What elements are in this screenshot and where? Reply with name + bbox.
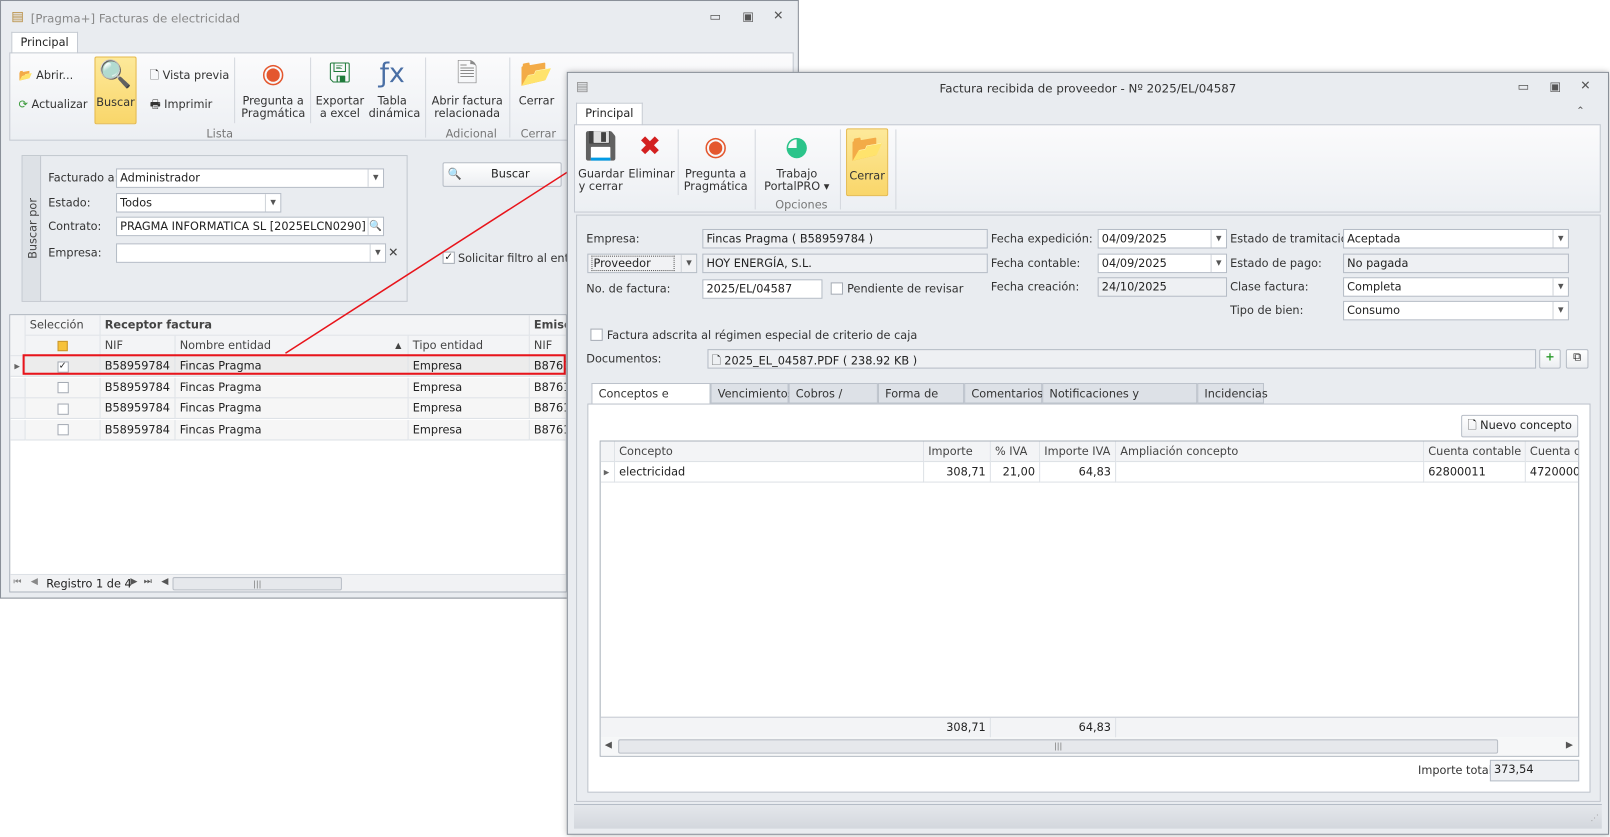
divider: [677, 129, 679, 196]
pendiente-label: Pendiente de revisar: [847, 282, 964, 296]
fcont-field[interactable]: 04/09/2025 ▼: [1097, 253, 1228, 274]
horizontal-scrollbar[interactable]: ◀ ||| ▶: [600, 737, 1579, 756]
tab-principal[interactable]: Principal: [576, 102, 643, 126]
window-title: Factura recibida de proveedor - Nº 2025/…: [939, 81, 1237, 96]
total-importe-iva: 64,83: [1040, 717, 1117, 739]
documentos-label: Documentos:: [586, 352, 662, 366]
invoice-window: ▤ Factura recibida de proveedor - Nº 202…: [566, 71, 1609, 835]
conceptos-grid: Concepto Importe% IVA Importe IVA Ampliació…: [599, 440, 1580, 757]
col-0[interactable]: Concepto: [615, 441, 925, 463]
close-button[interactable]: ✕: [1580, 78, 1590, 92]
copy-document-button[interactable]: ⧉: [1565, 349, 1589, 369]
chevron-down-icon[interactable]: ▼: [1552, 301, 1568, 320]
pendiente-checkbox[interactable]: [830, 282, 844, 295]
tab-1[interactable]: Vencimientos: [710, 382, 794, 404]
new-document-icon: 🗋: [1467, 418, 1477, 433]
fcont-label: Fecha contable:: [990, 256, 1081, 271]
pregunta-button[interactable]: ◉ Pregunta a Pragmática: [683, 131, 749, 193]
divider: [754, 129, 756, 210]
cell-ampliacion[interactable]: [1116, 462, 1425, 483]
maximize-button[interactable]: ▣: [1549, 79, 1561, 93]
row-indicator[interactable]: ▶: [600, 462, 616, 483]
bien-label: Tipo de bien:: [1230, 303, 1304, 318]
etram-label: Estado de tramitación:: [1230, 232, 1359, 246]
collapse-ribbon-icon[interactable]: ⌃: [1576, 106, 1585, 117]
chevron-down-icon[interactable]: ▼: [1210, 254, 1226, 273]
divider: [895, 129, 897, 210]
divider: [839, 129, 841, 210]
documentos-field[interactable]: 🗋 2025_EL_04587.PDF ( 238.92 KB ): [707, 349, 1537, 369]
scroll-right-icon[interactable]: ▶: [1566, 740, 1573, 750]
tab-3[interactable]: Forma de pago: [877, 382, 965, 420]
empresa-field: Fincas Pragma ( B58959784 ): [702, 228, 988, 249]
cerrar-button[interactable]: 📂 Cerrar: [846, 128, 889, 197]
bien-select[interactable]: Consumo ▼: [1343, 300, 1569, 321]
scroll-thumb[interactable]: |||: [618, 739, 1499, 754]
epago-label: Estado de pago:: [1230, 256, 1322, 271]
tab-2[interactable]: Cobros / Pagos: [788, 382, 878, 420]
portalpro-user-icon: ◕: [785, 131, 809, 163]
row-indicator-header: [600, 441, 616, 463]
col-6[interactable]: Cuenta co: [1525, 441, 1579, 463]
minimize-button[interactable]: ▭: [1518, 79, 1530, 93]
col-4[interactable]: Ampliación concepto: [1116, 441, 1425, 463]
epago-field: No pagada: [1343, 253, 1569, 274]
grid-footer: 308,71 64,83: [600, 716, 1579, 739]
delete-x-icon: ✖: [638, 131, 662, 163]
ribbon: 💾 Guardar y cerrar ✖ Eliminar ◉ Pregunta a Pr…: [573, 124, 1601, 213]
file-icon: 🗋: [711, 354, 721, 368]
chevron-down-icon[interactable]: ▼: [1552, 278, 1568, 296]
cell-cuenta[interactable]: 62800011: [1424, 462, 1526, 483]
eliminar-button[interactable]: ✖ Eliminar: [628, 131, 674, 180]
importe-total-label: Importe total:: [1418, 763, 1496, 778]
etram-select[interactable]: Aceptada ▼: [1343, 228, 1569, 249]
trabajo-portalpro-button[interactable]: ◕ Trabajo PortalPRO ▾: [760, 131, 834, 193]
fcre-field: 24/10/2025: [1097, 277, 1228, 297]
status-bar: ⋰: [573, 803, 1602, 829]
col-3[interactable]: Importe IVA: [1040, 441, 1117, 463]
criterio-caja-checkbox[interactable]: [590, 328, 603, 341]
fcre-label: Fecha creación:: [990, 280, 1080, 294]
tab-5[interactable]: Notificaciones y comunicados: [1042, 382, 1198, 420]
fexp-field[interactable]: 04/09/2025 ▼: [1097, 228, 1228, 249]
tab-6[interactable]: Incidencias: [1197, 382, 1268, 404]
scroll-left-icon[interactable]: ◀: [605, 740, 612, 750]
cell-concepto[interactable]: electricidad: [615, 462, 925, 483]
factura-field[interactable]: 2025/EL/04587: [702, 279, 823, 299]
proveedor-field: HOY ENERGÍA, S.L.: [702, 253, 988, 274]
importe-total-field: 373,54: [1489, 759, 1580, 782]
exit-folder-icon: 📂: [850, 133, 884, 165]
cell-importe_iva[interactable]: 64,83: [1040, 462, 1117, 483]
tab-content: 🗋 Nuevo concepto Concepto Importe% IVA Imp…: [587, 403, 1591, 793]
nuevo-concepto-button[interactable]: 🗋 Nuevo concepto: [1461, 414, 1579, 438]
criterio-caja-label: Factura adscrita al régimen especial de …: [606, 328, 918, 342]
chevron-down-icon[interactable]: ▼: [1210, 230, 1226, 248]
cell-cuenta2[interactable]: 47200001: [1525, 462, 1579, 483]
tab-0[interactable]: Conceptos e importes: [591, 382, 711, 420]
factura-label: No. de factura:: [586, 282, 671, 296]
resize-grip-icon[interactable]: ⋰: [1591, 813, 1599, 822]
group-label-opciones: Opciones: [775, 198, 828, 212]
add-document-button[interactable]: +: [1539, 349, 1561, 369]
form-panel: Empresa: Fincas Pragma ( B58959784 ) Pro…: [576, 214, 1601, 802]
clase-select[interactable]: Completa ▼: [1343, 277, 1569, 297]
save-icon: 💾: [584, 131, 618, 163]
empresa-label: Empresa:: [586, 232, 640, 246]
chevron-down-icon[interactable]: ▼: [1552, 230, 1568, 248]
total-importe: 308,71: [924, 717, 991, 739]
guardar-cerrar-button[interactable]: 💾 Guardar y cerrar: [578, 131, 624, 193]
col-2[interactable]: % IVA: [990, 441, 1041, 463]
tab-4[interactable]: Comentarios: [964, 382, 1043, 404]
pragmatica-robot-icon: ◉: [704, 131, 728, 163]
chevron-down-icon[interactable]: ▼: [680, 254, 696, 273]
clase-label: Clase factura:: [1230, 280, 1309, 294]
col-1[interactable]: Importe: [924, 441, 991, 463]
col-5[interactable]: Cuenta contable: [1424, 441, 1526, 463]
tercero-tipo-select[interactable]: Proveedor ▼: [587, 253, 698, 274]
fexp-label: Fecha expedición:: [990, 232, 1093, 246]
cell-iva[interactable]: 21,00: [990, 462, 1041, 483]
cell-importe[interactable]: 308,71: [924, 462, 991, 483]
